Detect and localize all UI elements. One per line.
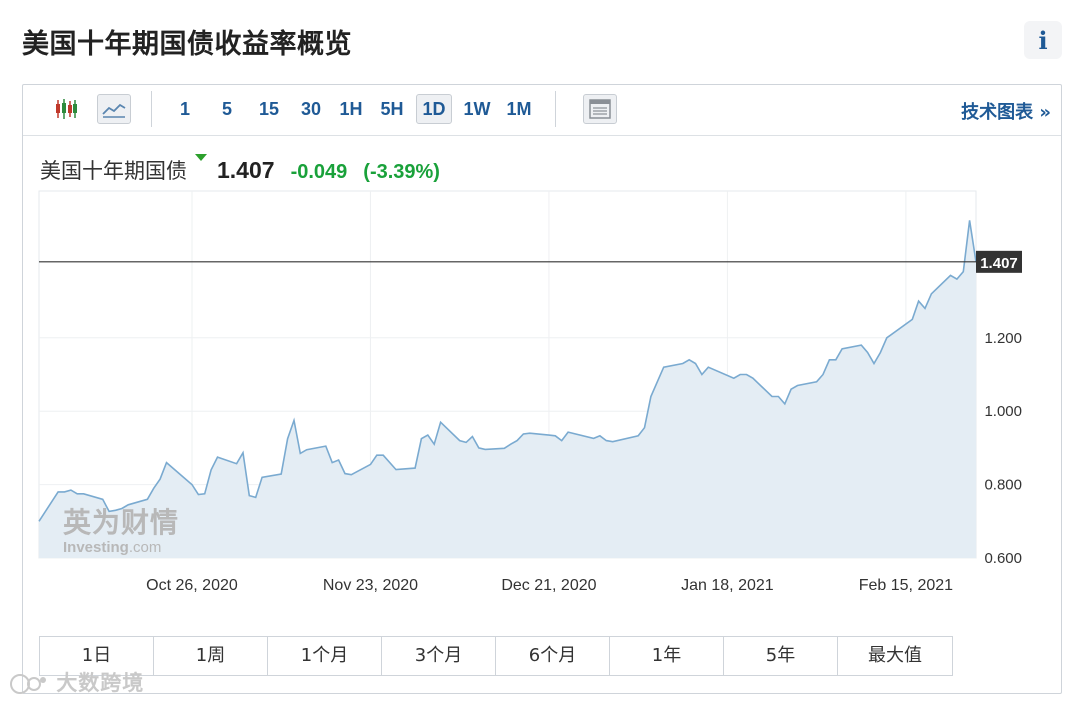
time-range-selector: 1日 1周 1个月 3个月 6个月 1年 5年 最大值 — [39, 636, 953, 676]
range-tab-5y[interactable]: 5年 — [724, 637, 838, 675]
page-title: 美国十年期国债收益率概览 — [22, 29, 352, 60]
y-tick-label: 1.000 — [984, 403, 1022, 420]
range-tab-1m[interactable]: 1个月 — [268, 637, 382, 675]
chart-widget: 1 5 15 30 1H 5H 1D 1W 1M 技术图表 » 美国十年期国债 … — [22, 84, 1062, 694]
range-tab-3m[interactable]: 3个月 — [382, 637, 496, 675]
investing-watermark: 英为财情 Investing.com — [63, 506, 180, 556]
info-button[interactable]: i — [1024, 21, 1062, 59]
wechat-logo-icon — [10, 674, 46, 694]
x-tick-label: Nov 23, 2020 — [323, 577, 418, 594]
x-tick-label: Oct 26, 2020 — [146, 577, 238, 594]
y-tick-label: 0.600 — [984, 550, 1022, 567]
x-tick-label: Dec 21, 2020 — [501, 577, 596, 594]
x-tick-label: Jan 18, 2021 — [681, 577, 774, 594]
range-tab-1y[interactable]: 1年 — [610, 637, 724, 675]
range-tab-6m[interactable]: 6个月 — [496, 637, 610, 675]
range-tab-1w[interactable]: 1周 — [154, 637, 268, 675]
y-tick-label: 0.800 — [984, 477, 1022, 494]
range-tab-max[interactable]: 最大值 — [838, 637, 952, 675]
last-price-label: 1.407 — [980, 255, 1018, 272]
y-tick-label: 1.200 — [984, 330, 1022, 347]
x-tick-label: Feb 15, 2021 — [859, 577, 953, 594]
corner-watermark: 大数跨境 — [8, 667, 144, 697]
